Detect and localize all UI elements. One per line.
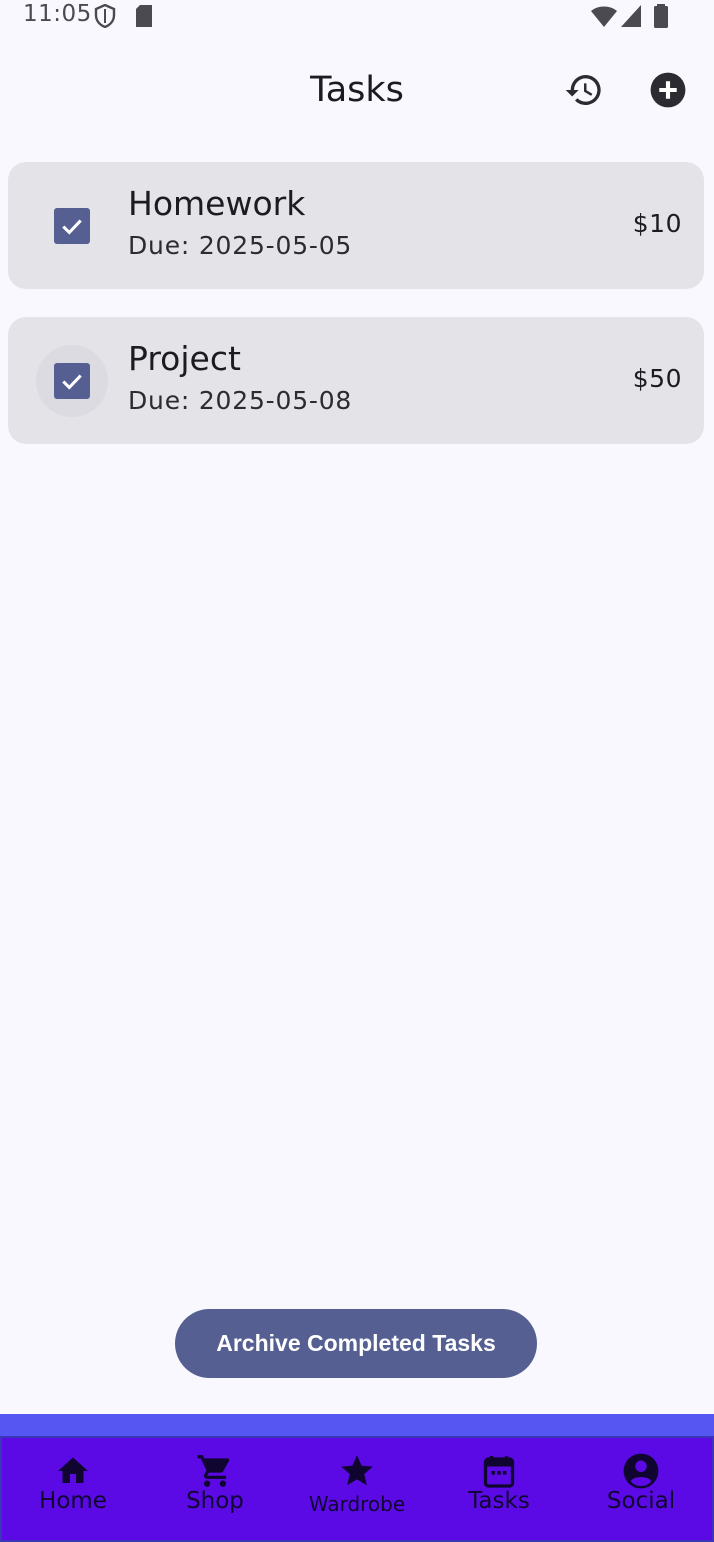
calendar-icon — [481, 1452, 517, 1490]
nav-item-home[interactable]: Home — [2, 1438, 144, 1538]
add-task-button[interactable] — [646, 70, 690, 114]
archive-completed-button[interactable]: Archive Completed Tasks — [175, 1309, 537, 1378]
top-app-bar: Tasks — [0, 52, 714, 132]
nav-label: Social — [606, 1488, 676, 1514]
task-checkbox-touch-area[interactable] — [36, 190, 108, 262]
task-checkbox-touch-area[interactable] — [36, 345, 108, 417]
status-time: 11:05 — [23, 1, 92, 27]
history-button[interactable] — [562, 70, 606, 114]
bottom-navigation: Home Shop Wardrobe Tasks Social — [0, 1436, 714, 1542]
nav-label: Home — [39, 1488, 107, 1514]
battery-icon — [653, 4, 669, 32]
task-due-date: Due: 2025-05-08 — [128, 386, 353, 415]
signal-icon — [620, 4, 642, 32]
nav-top-strip — [0, 1414, 714, 1438]
status-bar: 11:05 — [0, 0, 714, 34]
home-icon — [55, 1452, 91, 1490]
history-icon — [564, 70, 604, 114]
task-title: Homework — [128, 184, 306, 223]
nav-item-tasks[interactable]: Tasks — [428, 1438, 570, 1538]
add-circle-icon — [649, 71, 687, 113]
shield-icon — [94, 3, 116, 32]
task-due-date: Due: 2025-05-05 — [128, 231, 353, 260]
task-item-project[interactable]: Project Due: 2025-05-08 $50 — [8, 317, 704, 444]
check-icon — [62, 219, 82, 235]
task-title: Project — [128, 339, 241, 378]
star-icon — [338, 1452, 376, 1490]
nav-label: Shop — [186, 1488, 244, 1514]
nav-item-social[interactable]: Social — [570, 1438, 712, 1538]
task-checkbox[interactable] — [54, 363, 90, 399]
nav-label: Wardrobe — [308, 1492, 406, 1516]
check-icon — [62, 374, 82, 390]
page-title: Tasks — [310, 70, 404, 110]
task-reward: $10 — [632, 209, 682, 238]
task-reward: $50 — [632, 364, 682, 393]
nav-item-wardrobe[interactable]: Wardrobe — [286, 1438, 428, 1538]
task-item-homework[interactable]: Homework Due: 2025-05-05 $10 — [8, 162, 704, 289]
nav-label: Tasks — [468, 1488, 530, 1514]
cart-icon — [196, 1452, 234, 1490]
task-checkbox[interactable] — [54, 208, 90, 244]
nav-item-shop[interactable]: Shop — [144, 1438, 286, 1538]
wifi-icon — [590, 4, 618, 32]
account-circle-icon — [622, 1452, 660, 1490]
sd-card-icon — [134, 4, 154, 32]
